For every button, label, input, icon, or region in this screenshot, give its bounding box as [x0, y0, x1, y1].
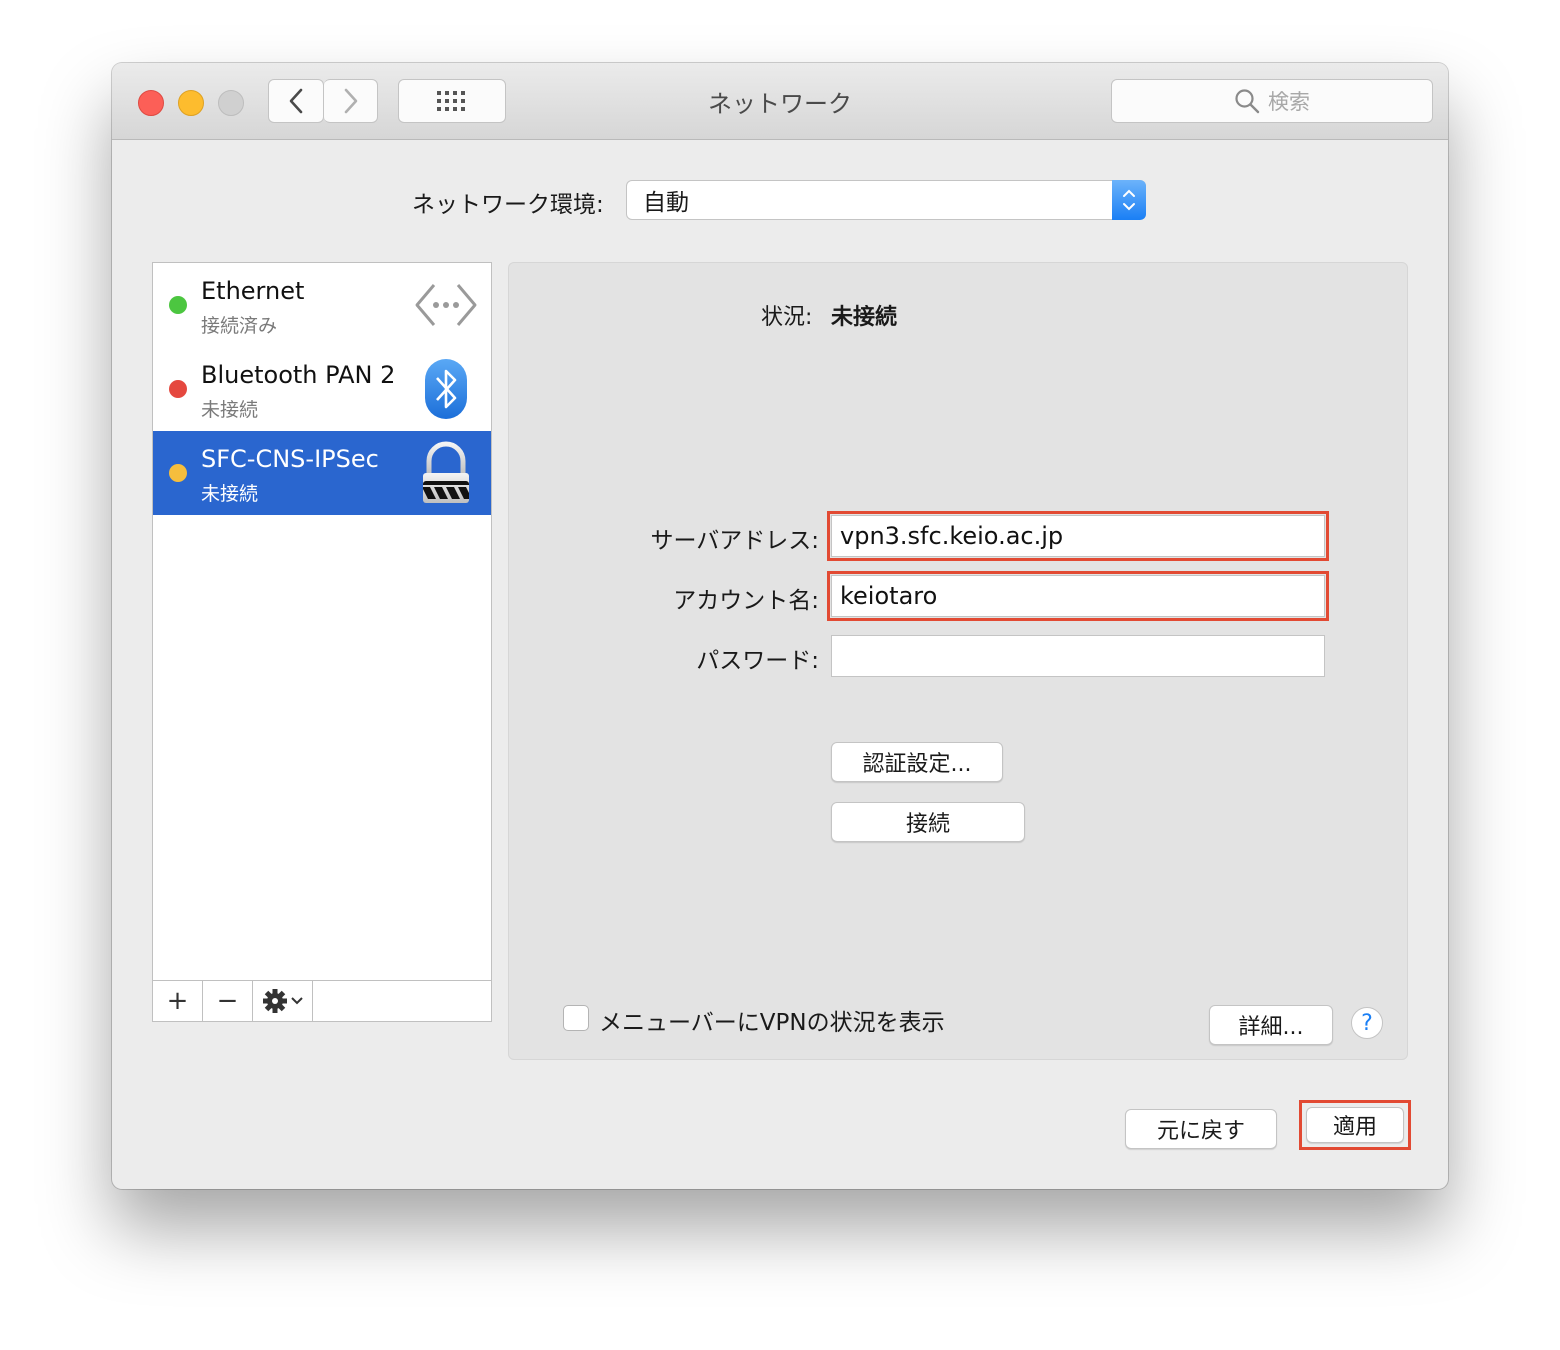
status-dot — [169, 464, 187, 482]
search-placeholder: 検索 — [1268, 90, 1310, 114]
bluetooth-icon — [413, 357, 479, 421]
password-label: パスワード: — [696, 648, 819, 674]
service-name: Ethernet — [201, 277, 305, 305]
popup-stepper[interactable] — [1112, 180, 1146, 220]
status-label: 状況: — [761, 305, 813, 330]
chevron-down-icon — [290, 997, 303, 1005]
search-field[interactable]: 検索 — [1111, 79, 1433, 123]
network-preferences-window: ネットワーク 検索 ネットワーク環境: 自動 Ethernet 接続済み Blu… — [112, 63, 1448, 1189]
status-dot — [169, 380, 187, 398]
password-field[interactable] — [831, 635, 1325, 677]
connect-button[interactable]: 接続 — [831, 802, 1025, 842]
account-name-field[interactable]: keiotaro — [827, 571, 1329, 621]
server-address-label: サーバアドレス: — [650, 528, 819, 554]
account-name-label: アカウント名: — [673, 588, 819, 614]
help-button[interactable]: ? — [1351, 1007, 1383, 1039]
location-value: 自動 — [643, 190, 689, 216]
service-name: Bluetooth PAN 2 — [201, 361, 396, 389]
status-dot — [169, 296, 187, 314]
server-address-field[interactable]: vpn3.sfc.keio.ac.jp — [827, 511, 1329, 561]
updown-chevron-icon — [1123, 189, 1135, 211]
vpn-lock-icon — [413, 441, 479, 505]
service-list: Ethernet 接続済み Bluetooth PAN 2 未接続 SFC-CN… — [152, 262, 492, 1022]
apply-button[interactable]: 適用 — [1306, 1107, 1404, 1143]
authentication-settings-button[interactable]: 認証設定... — [831, 742, 1003, 782]
service-item-sfc-cns-ipsec[interactable]: SFC-CNS-IPSec 未接続 — [153, 431, 491, 515]
service-name: SFC-CNS-IPSec — [201, 445, 379, 473]
ethernet-arrows-icon — [413, 273, 479, 337]
show-vpn-status-label: メニューバーにVPNの状況を表示 — [599, 1010, 945, 1036]
location-popup[interactable]: 自動 — [626, 180, 1146, 220]
search-icon — [1235, 89, 1260, 114]
status-value: 未接続 — [831, 305, 898, 330]
service-status: 接続済み — [201, 315, 278, 337]
advanced-button[interactable]: 詳細... — [1209, 1005, 1333, 1045]
gear-icon — [262, 989, 287, 1013]
service-status: 未接続 — [201, 483, 259, 505]
service-status: 未接続 — [201, 399, 259, 421]
show-vpn-status-checkbox[interactable] — [563, 1005, 589, 1031]
service-item-bluetooth-pan-2[interactable]: Bluetooth PAN 2 未接続 — [153, 347, 491, 431]
add-service-button[interactable]: + — [153, 981, 203, 1021]
service-list-toolbar: + − — [153, 980, 491, 1021]
location-label: ネットワーク環境: — [412, 192, 604, 218]
revert-button[interactable]: 元に戻す — [1125, 1109, 1277, 1149]
remove-service-button[interactable]: − — [203, 981, 253, 1021]
service-item-ethernet[interactable]: Ethernet 接続済み — [153, 263, 491, 347]
action-menu-button[interactable] — [253, 981, 313, 1021]
vpn-detail-panel: 状況: 未接続 サーバアドレス: vpn3.sfc.keio.ac.jp アカウ… — [508, 262, 1408, 1060]
title-bar: ネットワーク 検索 — [112, 63, 1448, 140]
apply-highlight: 適用 — [1299, 1100, 1411, 1150]
